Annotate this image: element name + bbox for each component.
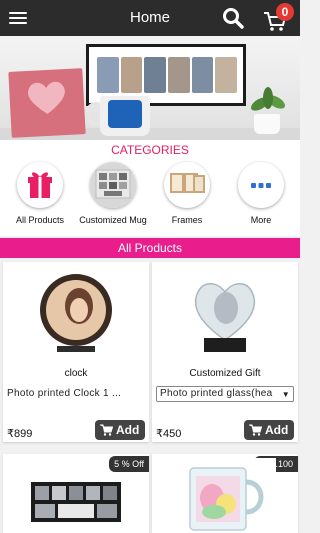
selected-variant: Photo printed glass(hea	[160, 388, 273, 399]
product-description: Photo printed Clock 1 ...	[7, 388, 122, 399]
discount-badge: 5 % Off	[109, 456, 149, 472]
category-frames[interactable]: Frames	[149, 162, 225, 232]
product-card[interactable]: clock Photo printed Clock 1 ... ₹899 Add	[3, 262, 149, 442]
top-bar: Home 0	[0, 0, 300, 36]
add-to-cart-button[interactable]: Add	[244, 420, 294, 440]
category-all-products[interactable]: All Products	[2, 162, 78, 232]
category-label: All Products	[15, 215, 65, 225]
cart-icon	[249, 424, 262, 436]
frame-icon	[164, 162, 210, 208]
product-card[interactable]: Customized Gift Photo printed glass(hea …	[152, 262, 298, 442]
product-image	[25, 266, 127, 362]
promo-banner[interactable]	[0, 36, 300, 140]
product-price: ₹450	[156, 428, 182, 440]
category-customized-mug[interactable]: Customized Mug	[75, 162, 151, 232]
product-name: Customized Gift	[189, 368, 261, 379]
app-screen: Home 0 CATEGORIES All Products Customize…	[0, 0, 300, 533]
product-name: clock	[64, 368, 88, 379]
category-label: Frames	[171, 215, 203, 225]
cart-button[interactable]: 0	[262, 3, 298, 33]
dropdown-arrow-icon: ▼	[281, 390, 290, 399]
cart-count-badge: 0	[276, 3, 294, 21]
category-more[interactable]: More	[223, 162, 299, 232]
product-card[interactable]: 5 % Off	[3, 454, 149, 533]
category-label: Customized Mug	[79, 215, 147, 225]
add-button-label: Add	[116, 423, 140, 437]
all-products-header: All Products	[0, 238, 300, 258]
product-image	[174, 458, 276, 533]
mum-card-image	[8, 68, 86, 138]
categories-section: CATEGORIES All Products Customized Mug F…	[0, 140, 300, 236]
product-price: ₹899	[7, 428, 33, 440]
page-title: Home	[129, 9, 170, 26]
mug-icon	[90, 162, 136, 208]
cart-icon	[100, 424, 113, 436]
search-icon[interactable]	[221, 6, 245, 30]
category-label: More	[250, 215, 272, 225]
add-button-label: Add	[265, 423, 289, 437]
product-card[interactable]: - Rs.100	[152, 454, 298, 533]
product-variant-select[interactable]: Photo printed glass(hea ▼	[156, 386, 294, 402]
more-dots-icon	[238, 162, 284, 208]
product-image	[25, 478, 127, 533]
categories-title: CATEGORIES	[111, 143, 189, 157]
add-to-cart-button[interactable]: Add	[95, 420, 145, 440]
gift-icon	[17, 162, 63, 208]
product-image	[174, 266, 276, 362]
